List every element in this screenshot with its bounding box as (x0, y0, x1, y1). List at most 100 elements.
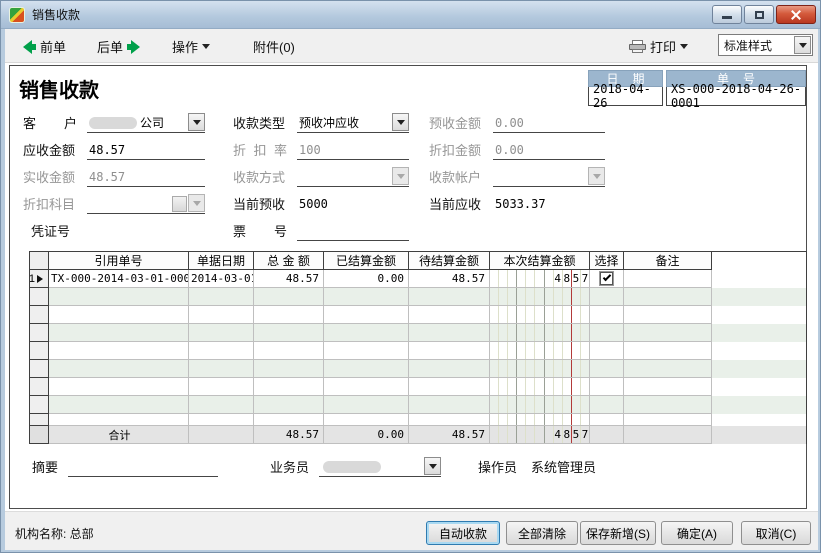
discount-account-label: 折扣科目 (23, 194, 77, 213)
discount-rate-label: 折扣率 (233, 140, 287, 159)
discount-rate-field[interactable]: 100 (297, 140, 409, 160)
chevron-down-icon (202, 44, 210, 53)
operation-menu-button[interactable]: 操作 (172, 37, 210, 56)
customer-select[interactable]: 公司 (87, 113, 205, 133)
prev-doc-button[interactable]: 前单 (23, 37, 66, 56)
receivable-label: 应收金额 (23, 140, 77, 159)
col-remark: 备注 (624, 252, 712, 270)
table-row-empty[interactable] (30, 396, 806, 414)
ok-button[interactable]: 确定(A) (661, 521, 733, 545)
table-row-empty[interactable] (30, 288, 806, 306)
table-row-empty[interactable] (30, 342, 806, 360)
row-checkbox-checked[interactable] (600, 272, 613, 285)
col-unsettled-amount: 待结算金额 (409, 252, 490, 270)
received-label: 实收金额 (23, 167, 77, 186)
maximize-button[interactable] (744, 5, 774, 24)
clear-all-button[interactable]: 全部清除 (506, 521, 578, 545)
cell-remark[interactable] (624, 270, 712, 288)
received-field[interactable]: 48.57 (87, 167, 205, 187)
discount-account-field (87, 194, 205, 214)
next-doc-button[interactable]: 后单 (97, 37, 140, 56)
current-advance-label: 当前预收 (233, 194, 287, 213)
arrow-right-icon (127, 40, 140, 54)
grid-header-row: 引用单号 单据日期 总 金 额 已结算金额 待结算金额 本次结算金额 选择 备注 (30, 252, 806, 270)
check-icon (603, 273, 611, 281)
payment-method-label: 收款方式 (233, 167, 287, 186)
advance-amount-label: 预收金额 (429, 113, 483, 132)
cell-ref-no[interactable]: TX-000-2014-03-01-0001 (49, 270, 189, 288)
advance-amount-field[interactable]: 0.00 (493, 113, 605, 133)
chevron-down-icon[interactable] (188, 113, 205, 131)
doc-no-box: 单号 XS-000-2018-04-26-0001 (666, 70, 806, 106)
close-icon (790, 9, 802, 21)
cell-total[interactable]: 48.57 (254, 270, 324, 288)
cell-select[interactable] (590, 270, 624, 288)
minimize-button[interactable] (712, 5, 742, 24)
org-name: 机构名称: 总部 (15, 525, 94, 542)
salesman-select[interactable] (319, 457, 441, 477)
minimize-icon (722, 16, 732, 19)
receipt-account-select (493, 167, 605, 187)
chevron-down-icon[interactable] (392, 113, 409, 131)
statusbar: 机构名称: 总部 自动收款 全部清除 保存新增(S) 确定(A) 取消(C) (5, 511, 818, 550)
receipt-type-select[interactable]: 预收冲应收 (297, 113, 409, 133)
print-style-select[interactable]: 标准样式 (718, 34, 813, 56)
cell-unsettled[interactable]: 48.57 (409, 270, 490, 288)
chevron-down-icon (188, 194, 205, 212)
chevron-down-icon[interactable] (794, 36, 811, 54)
total-current-settle: 4857 (490, 426, 590, 444)
maximize-icon (755, 11, 764, 19)
window-title: 销售收款 (32, 6, 80, 23)
cancel-button[interactable]: 取消(C) (741, 521, 811, 545)
summary-label: 摘要 (32, 457, 58, 476)
close-button[interactable] (776, 5, 816, 24)
total-label: 合计 (51, 427, 188, 443)
current-receivable-label: 当前应收 (429, 194, 483, 213)
col-doc-date: 单据日期 (189, 252, 254, 270)
printer-icon (629, 40, 646, 53)
table-row-empty[interactable] (30, 306, 806, 324)
attachment-button[interactable]: 附件(0) (253, 37, 295, 56)
ticket-no-field[interactable] (297, 221, 409, 241)
discount-amount-field[interactable]: 0.00 (493, 140, 605, 160)
redacted-text (323, 461, 381, 473)
table-row[interactable]: 1 TX-000-2014-03-01-0001 2014-03-01 48.5… (30, 270, 806, 288)
table-row-empty[interactable] (30, 414, 806, 426)
auto-receive-button[interactable]: 自动收款 (426, 521, 500, 545)
app-icon (9, 7, 25, 23)
total-amount: 48.57 (254, 426, 324, 444)
table-row-empty[interactable] (30, 324, 806, 342)
print-button[interactable]: 打印 (629, 37, 688, 56)
total-unsettled: 48.57 (409, 426, 490, 444)
ticket-no-label: 票号 (233, 221, 287, 240)
operator-label: 操作员 (478, 457, 517, 476)
col-select: 选择 (590, 252, 624, 270)
summary-input[interactable] (68, 457, 218, 477)
titlebar[interactable]: 销售收款 (1, 1, 821, 29)
cell-doc-date[interactable]: 2014-03-01 (189, 270, 254, 288)
salesman-label: 业务员 (270, 457, 309, 476)
current-advance-value: 5000 (297, 194, 409, 214)
save-new-button[interactable]: 保存新增(S) (580, 521, 656, 545)
col-current-settle-amount: 本次结算金额 (490, 252, 590, 270)
table-row-empty[interactable] (30, 378, 806, 396)
total-settled: 0.00 (324, 426, 409, 444)
date-box: 日期 2018-04-26 (588, 70, 663, 106)
form-title: 销售收款 (19, 74, 99, 103)
date-value[interactable]: 2018-04-26 (588, 87, 663, 106)
total-row: 合计 48.57 0.00 48.57 4857 (30, 426, 806, 444)
row-header-cell (30, 252, 49, 270)
sales-receipt-window: 销售收款 前单 后单 操作 附件(0) 打印 标准样式 (0, 0, 821, 553)
chevron-down-icon[interactable] (424, 457, 441, 475)
current-receivable-value: 5033.37 (493, 194, 605, 214)
receivable-field[interactable]: 48.57 (87, 140, 205, 160)
table-row-empty[interactable] (30, 360, 806, 378)
col-ref-no: 引用单号 (49, 252, 189, 270)
voucher-no-label: 凭证号 (31, 221, 85, 240)
settlement-grid: 引用单号 单据日期 总 金 额 已结算金额 待结算金额 本次结算金额 选择 备注… (29, 251, 807, 444)
doc-no-value[interactable]: XS-000-2018-04-26-0001 (666, 87, 806, 106)
cell-current-settle[interactable]: 4857 (490, 270, 590, 288)
receipt-account-label: 收款帐户 (429, 167, 483, 186)
cell-settled[interactable]: 0.00 (324, 270, 409, 288)
main-content: 销售收款 日期 2018-04-26 单号 XS-000-2018-04-26-… (5, 63, 818, 511)
